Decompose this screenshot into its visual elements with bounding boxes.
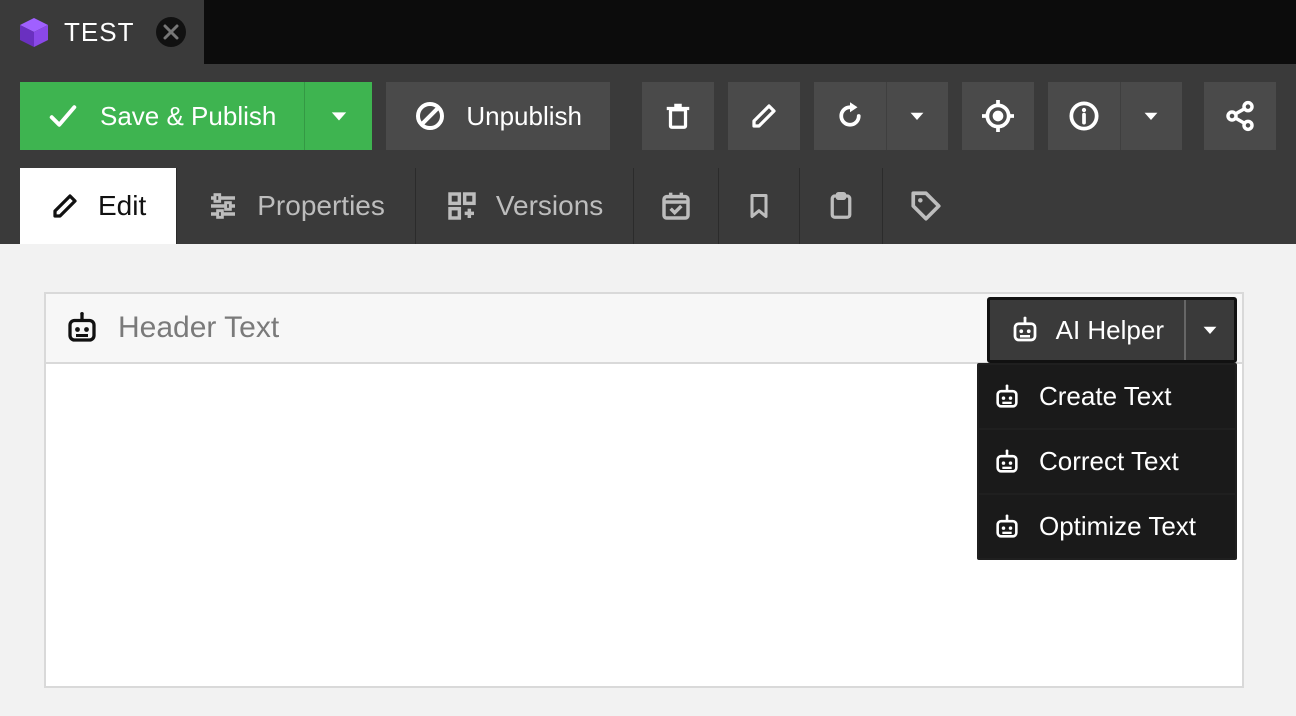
info-dropdown[interactable]	[1120, 82, 1182, 150]
tab-tag[interactable]	[883, 168, 969, 244]
ai-menu-correct-text[interactable]: Correct Text	[979, 430, 1235, 493]
chevron-down-icon	[1143, 108, 1159, 124]
tab-edit[interactable]: Edit	[20, 168, 177, 244]
info-button[interactable]	[1048, 82, 1120, 150]
ai-menu-optimize-label: Optimize Text	[1039, 511, 1196, 542]
ai-menu-create-text[interactable]: Create Text	[979, 365, 1235, 428]
trash-icon	[663, 101, 693, 131]
pencil-icon	[50, 191, 80, 221]
card-title: Header Text	[118, 311, 279, 345]
tab-properties[interactable]: Properties	[177, 168, 416, 244]
info-group	[1048, 82, 1182, 150]
info-icon	[1068, 100, 1100, 132]
robot-icon	[993, 448, 1021, 476]
refresh-button[interactable]	[814, 82, 886, 150]
prohibit-icon	[414, 100, 446, 132]
calendar-check-icon	[660, 190, 692, 222]
close-icon	[163, 24, 179, 40]
robot-icon	[1010, 315, 1040, 345]
ai-helper-button[interactable]: AI Helper	[990, 300, 1184, 360]
tab-schedule[interactable]	[634, 168, 719, 244]
ai-menu-correct-label: Correct Text	[1039, 446, 1179, 477]
versions-icon	[446, 190, 478, 222]
refresh-dropdown[interactable]	[886, 82, 948, 150]
ai-helper-button-group: AI Helper	[987, 297, 1237, 363]
save-publish-dropdown[interactable]	[304, 82, 372, 150]
share-icon	[1224, 100, 1256, 132]
robot-icon	[64, 310, 100, 346]
save-publish-label: Save & Publish	[100, 101, 276, 132]
clipboard-icon	[826, 190, 856, 222]
document-tab[interactable]: TEST	[0, 0, 204, 64]
chevron-down-icon	[909, 108, 925, 124]
check-icon	[48, 101, 78, 131]
ai-helper-dropdown-toggle[interactable]	[1184, 300, 1234, 360]
workspace: Header Text	[0, 244, 1296, 716]
tab-bookmark[interactable]	[719, 168, 800, 244]
ai-menu-optimize-text[interactable]: Optimize Text	[979, 495, 1235, 558]
header-text-card: Header Text	[44, 292, 1244, 688]
ai-menu-create-label: Create Text	[1039, 381, 1171, 412]
delete-button[interactable]	[642, 82, 714, 150]
tab-clipboard[interactable]	[800, 168, 883, 244]
pencil-icon	[749, 101, 779, 131]
refresh-group	[814, 82, 948, 150]
target-icon	[982, 100, 1014, 132]
secondary-tabs: Edit Properties Versions	[0, 168, 1296, 244]
ai-helper-menu: Create Text Correct Text	[977, 363, 1237, 560]
chevron-down-icon	[330, 107, 348, 125]
tab-versions[interactable]: Versions	[416, 168, 634, 244]
tab-properties-label: Properties	[257, 190, 385, 222]
robot-icon	[993, 383, 1021, 411]
unpublish-button[interactable]: Unpublish	[386, 82, 610, 150]
document-tab-title: TEST	[64, 17, 134, 48]
close-tab-button[interactable]	[156, 17, 186, 47]
tag-icon	[909, 189, 943, 223]
robot-icon	[993, 513, 1021, 541]
refresh-icon	[835, 101, 865, 131]
edit-button[interactable]	[728, 82, 800, 150]
unpublish-label: Unpublish	[466, 101, 582, 132]
card-header: Header Text	[46, 294, 1242, 364]
save-publish-group: Save & Publish	[20, 82, 372, 150]
tab-edit-label: Edit	[98, 190, 146, 222]
ai-helper-wrap: AI Helper	[987, 297, 1237, 363]
sliders-icon	[207, 190, 239, 222]
chevron-down-icon	[1202, 322, 1218, 338]
document-tab-bar: TEST	[0, 0, 1296, 64]
ai-helper-label: AI Helper	[1056, 315, 1164, 346]
bookmark-icon	[745, 190, 773, 222]
cube-icon	[18, 16, 50, 48]
share-button[interactable]	[1204, 82, 1276, 150]
tab-versions-label: Versions	[496, 190, 603, 222]
save-publish-button[interactable]: Save & Publish	[20, 82, 304, 150]
main-toolbar: Save & Publish Unpublish	[0, 64, 1296, 168]
target-button[interactable]	[962, 82, 1034, 150]
